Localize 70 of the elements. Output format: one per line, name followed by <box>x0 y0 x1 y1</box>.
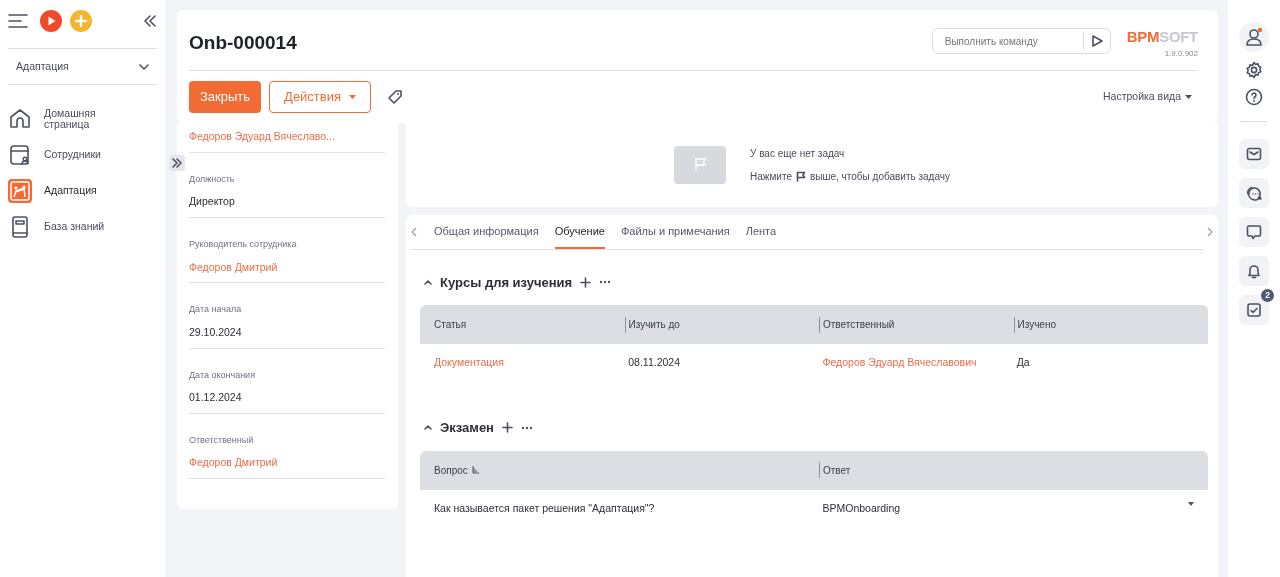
checkbox-icon[interactable] <box>1246 302 1262 318</box>
field-value: 29.10.2024 <box>189 324 243 340</box>
more-icon[interactable] <box>521 425 533 430</box>
field-value: 01.12.2024 <box>189 390 243 405</box>
field-label: Ответственный <box>189 433 255 447</box>
table-cell: 08.11.2024 <box>628 356 681 369</box>
table-cell: Как называется пакет решения "Адаптация"? <box>434 501 655 514</box>
command-field[interactable]: Выполнить команду <box>931 28 1111 54</box>
notification-badge: 2 <box>1261 289 1274 302</box>
column-header[interactable]: Изучить до <box>628 317 680 332</box>
settings-icon[interactable] <box>1245 61 1263 79</box>
view-settings-button[interactable]: Настройка вида <box>1096 88 1198 106</box>
more-icon[interactable] <box>599 280 612 285</box>
section-title: Курсы для изучения <box>440 273 573 292</box>
field-label: Дата окончания <box>189 368 256 382</box>
caret-icon <box>1185 95 1192 99</box>
nav-item[interactable]: Адаптация <box>8 173 157 209</box>
caret-icon[interactable] <box>1188 501 1194 506</box>
column-header[interactable]: Ответ <box>823 462 851 478</box>
record-title: Onb-000014 <box>189 31 297 55</box>
workspace-dropdown[interactable]: Адаптация <box>8 49 157 85</box>
bell-icon[interactable] <box>1246 263 1262 279</box>
logo: BPMSOFT <box>1126 29 1198 44</box>
message-icon[interactable] <box>1246 224 1262 240</box>
section-title: Экзамен <box>440 419 494 437</box>
field-label: Должность <box>189 172 236 186</box>
chevron-left-icon[interactable] <box>410 226 418 237</box>
column-header[interactable]: Ответственный <box>823 317 895 332</box>
flag-icon <box>674 146 726 184</box>
flag-icon <box>795 171 806 182</box>
nav-item[interactable]: Сотрудники <box>8 137 157 173</box>
collapse-icon[interactable] <box>424 425 432 431</box>
column-header[interactable]: Изучено <box>1017 317 1056 332</box>
workspace-label: Адаптация <box>16 58 69 74</box>
tab[interactable]: Обучение <box>554 217 605 249</box>
version-text: 1.9.0.902 <box>1164 48 1198 60</box>
hint-text: Нажмите <box>750 170 792 184</box>
tab[interactable]: Общая информация <box>434 217 539 249</box>
field-label: Дата начала <box>189 303 243 317</box>
mail-icon[interactable] <box>1246 147 1262 161</box>
user-icon[interactable] <box>1245 28 1263 46</box>
nav-item[interactable]: База знаний <box>8 209 157 245</box>
table-cell: Да <box>1016 356 1030 369</box>
tab[interactable]: Файлы и примечания <box>620 217 730 249</box>
collapse-icon[interactable] <box>424 279 432 285</box>
sort-icon[interactable] <box>471 466 480 474</box>
empty-tasks-text: У вас еще нет задач <box>750 147 846 161</box>
field-value: Директор <box>189 194 236 210</box>
command-input[interactable]: Выполнить команду <box>932 32 1083 50</box>
play-icon[interactable] <box>40 10 62 32</box>
tab[interactable]: Лента <box>745 217 777 249</box>
help-icon[interactable] <box>1245 88 1263 106</box>
nav-item[interactable]: Домашняя страница <box>8 101 157 137</box>
home-icon <box>8 107 32 131</box>
collapse-icon[interactable] <box>143 15 157 27</box>
caret-icon <box>349 95 357 99</box>
hint-text: выше, чтобы добавить задачу <box>809 170 950 184</box>
people-icon <box>8 179 32 203</box>
table-cell: BPMOnboarding <box>822 501 901 514</box>
menu-icon[interactable] <box>8 14 28 28</box>
add-icon[interactable] <box>502 422 513 434</box>
chevron-down-icon <box>139 63 149 70</box>
column-header[interactable]: Статья <box>434 317 467 332</box>
expand-icon[interactable] <box>169 155 185 171</box>
add-icon[interactable] <box>580 276 592 288</box>
id-card-icon <box>8 143 32 167</box>
column-header[interactable]: Вопрос <box>434 462 468 478</box>
field-label: Руководитель сотрудника <box>189 238 298 251</box>
chevron-right-icon[interactable] <box>1206 226 1214 237</box>
tag-icon[interactable] <box>387 89 404 105</box>
